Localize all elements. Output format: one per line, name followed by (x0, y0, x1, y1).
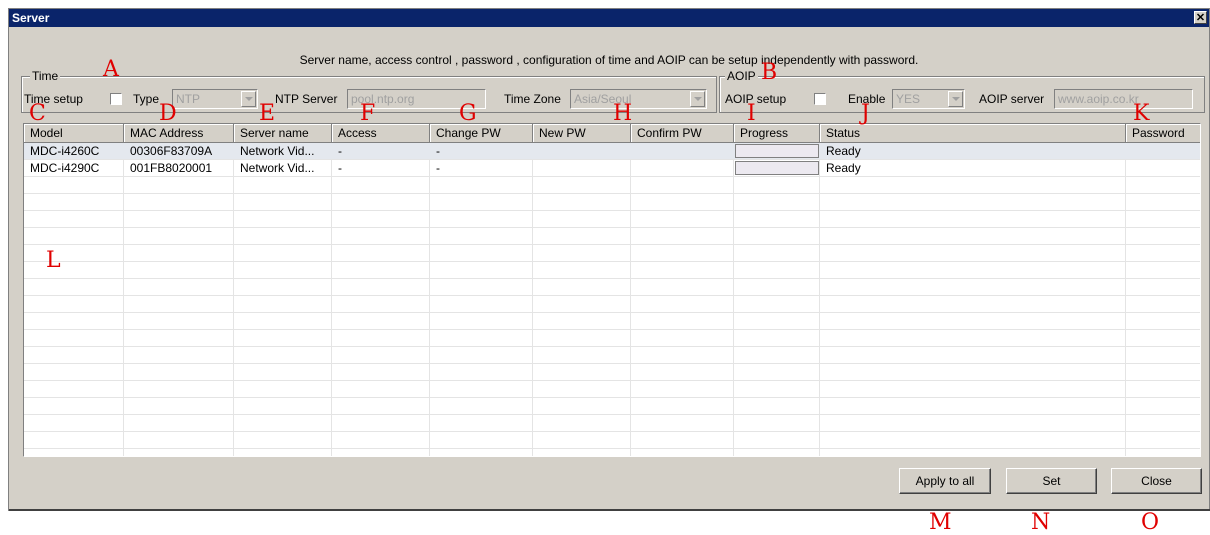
cell-access[interactable]: - (332, 143, 430, 159)
empty-table-row (24, 398, 1200, 415)
empty-table-row (24, 432, 1200, 449)
cell-mac: 00306F83709A (130, 144, 213, 158)
annotation-d: D (159, 101, 177, 126)
chevron-down-icon[interactable] (241, 91, 256, 107)
chevron-down-icon[interactable] (948, 91, 963, 107)
annotation-g: G (459, 101, 477, 126)
cell-model: MDC-i4290C (30, 161, 100, 175)
time-zone-select[interactable]: Asia/Seoul (570, 89, 707, 109)
cell-access[interactable]: - (332, 160, 430, 176)
annotation-k: K (1133, 101, 1150, 126)
aoip-server-value: www.aoip.co.kr (1058, 92, 1139, 106)
chevron-down-icon[interactable] (690, 91, 705, 107)
aoip-server-label: AOIP server (979, 92, 1045, 106)
server-dialog: Server ✕ Server name, access control , p… (8, 8, 1210, 511)
annotation-h: H (613, 101, 633, 126)
progress-bar (735, 161, 819, 175)
cell-confirm-pw[interactable] (631, 160, 734, 176)
column-header-server-name[interactable]: Server name (234, 124, 332, 143)
column-header-access[interactable]: Access (332, 124, 430, 143)
enable-select[interactable]: YES (892, 89, 965, 109)
table-row[interactable]: MDC-i4260C 00306F83709A Network Vid... -… (24, 143, 1200, 160)
annotation-m: M (929, 510, 952, 535)
server-table[interactable]: Model MAC Address Server name Access Cha… (23, 123, 1201, 457)
cell-change-pw[interactable]: - (430, 143, 533, 159)
empty-table-row (24, 313, 1200, 330)
cell-new-pw[interactable] (533, 143, 631, 159)
window-bottom-edge (9, 509, 1210, 511)
annotation-n: N (1031, 510, 1051, 535)
time-setup-checkbox[interactable] (110, 93, 122, 105)
cell-new-pw[interactable] (533, 160, 631, 176)
empty-table-row (24, 262, 1200, 279)
empty-table-row (24, 177, 1200, 194)
time-zone-label: Time Zone (504, 92, 561, 106)
column-header-new-pw[interactable]: New PW (533, 124, 631, 143)
annotation-o: O (1141, 510, 1160, 535)
empty-table-row (24, 415, 1200, 432)
table-header: Model MAC Address Server name Access Cha… (24, 124, 1200, 143)
type-select-value: NTP (176, 92, 200, 106)
column-header-status[interactable]: Status (820, 124, 1126, 143)
type-select[interactable]: NTP (172, 89, 258, 109)
empty-table-row (24, 296, 1200, 313)
column-header-confirm-pw[interactable]: Confirm PW (631, 124, 734, 143)
empty-table-row (24, 211, 1200, 228)
cell-mac: 001FB8020001 (130, 161, 213, 175)
cell-status: Ready (826, 144, 861, 158)
annotation-f: F (360, 101, 376, 126)
empty-table-row (24, 245, 1200, 262)
aoip-setup-checkbox[interactable] (814, 93, 826, 105)
column-header-model[interactable]: Model (24, 124, 124, 143)
cell-password[interactable] (1126, 160, 1200, 176)
close-icon[interactable]: ✕ (1194, 11, 1207, 24)
cell-confirm-pw[interactable] (631, 143, 734, 159)
enable-select-value: YES (896, 92, 921, 106)
annotation-i: I (747, 101, 756, 126)
cell-change-pw[interactable]: - (430, 160, 533, 176)
empty-table-row (24, 381, 1200, 398)
aoip-server-input[interactable]: www.aoip.co.kr (1054, 89, 1193, 109)
cell-server-name[interactable]: Network Vid... (234, 160, 332, 176)
cell-model: MDC-i4260C (30, 144, 100, 158)
column-header-mac[interactable]: MAC Address (124, 124, 234, 143)
title-bar: Server ✕ (9, 9, 1209, 27)
empty-table-row (24, 194, 1200, 211)
column-header-change-pw[interactable]: Change PW (430, 124, 533, 143)
close-button[interactable]: Close (1111, 468, 1202, 494)
annotation-e: E (259, 101, 276, 126)
annotation-c: C (29, 101, 46, 126)
window-title: Server (12, 11, 50, 25)
empty-table-row (24, 228, 1200, 245)
empty-table-row (24, 330, 1200, 347)
cell-server-name[interactable]: Network Vid... (234, 143, 332, 159)
annotation-a: A (103, 57, 119, 82)
ntp-server-label: NTP Server (275, 92, 338, 106)
cell-password[interactable] (1126, 143, 1200, 159)
cell-status: Ready (826, 161, 861, 175)
column-header-password[interactable]: Password (1126, 124, 1200, 143)
description-text: Server name, access control , password ,… (299, 53, 919, 67)
progress-bar (735, 144, 819, 158)
empty-table-row (24, 279, 1200, 296)
annotation-b: B (761, 60, 778, 85)
column-header-progress[interactable]: Progress (734, 124, 820, 143)
annotation-j: J (861, 101, 870, 126)
aoip-group-legend: AOIP (725, 69, 758, 83)
set-button[interactable]: Set (1006, 468, 1097, 494)
apply-to-all-button[interactable]: Apply to all (899, 468, 991, 494)
annotation-l: L (46, 248, 61, 273)
table-row[interactable]: MDC-i4290C 001FB8020001 Network Vid... -… (24, 160, 1200, 177)
empty-table-row (24, 364, 1200, 381)
time-group-legend: Time (30, 69, 61, 83)
type-label: Type (133, 92, 160, 106)
empty-table-row (24, 347, 1200, 364)
